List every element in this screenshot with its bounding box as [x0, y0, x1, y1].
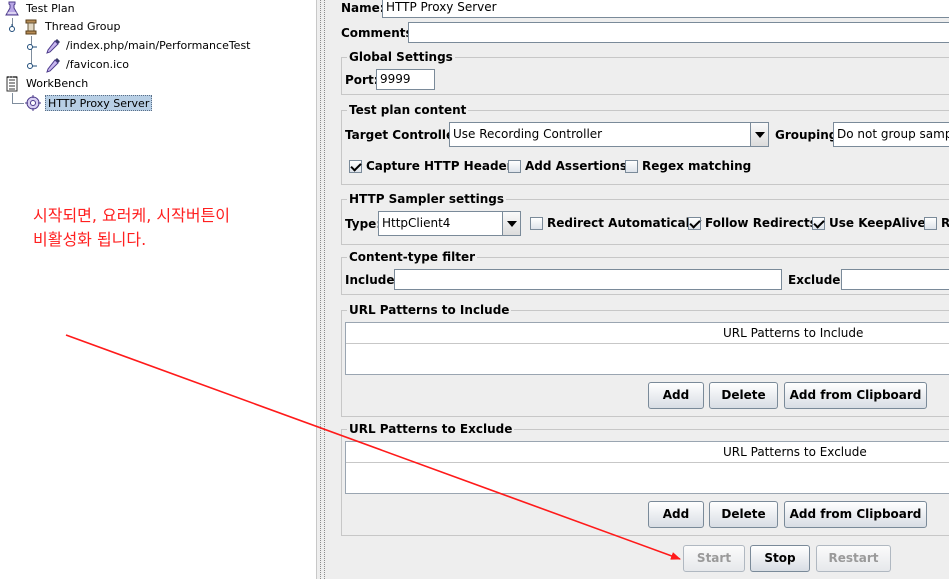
exclude-label: Exclude:: [788, 273, 846, 287]
checkbox-label: Add Assertions: [525, 159, 628, 173]
type-label: Type:: [345, 217, 382, 231]
tree-item-label: HTTP Proxy Server: [45, 95, 153, 111]
test-plan-tree[interactable]: Test Plan Thread Group /index.php/main/P…: [0, 0, 316, 579]
comments-label: Comments:: [341, 26, 418, 40]
checkbox-label: Use KeepAlive: [829, 216, 926, 230]
include-label: Include:: [345, 273, 400, 287]
exclude-delete-button[interactable]: Delete: [709, 501, 778, 528]
table-column-header[interactable]: URL Patterns to Exclude: [346, 442, 949, 463]
use-keepalive-checkbox[interactable]: Use KeepAlive: [812, 215, 926, 231]
restart-button[interactable]: Restart: [816, 545, 891, 572]
tree-item-label: /favicon.ico: [66, 58, 129, 71]
proxy-gear-icon: [24, 94, 42, 112]
spool-icon: [22, 18, 40, 36]
truncated-checkbox[interactable]: R: [924, 215, 949, 231]
group-title: HTTP Sampler settings: [347, 191, 506, 207]
include-field[interactable]: [394, 269, 782, 290]
checkbox-label: R: [941, 216, 949, 230]
comments-field[interactable]: [408, 22, 949, 43]
target-controller-value: Use Recording Controller: [453, 127, 603, 141]
tree-item-label: WorkBench: [26, 77, 89, 90]
tree-item-http-proxy-server[interactable]: HTTP Proxy Server: [0, 94, 160, 112]
group-title: URL Patterns to Exclude: [347, 421, 515, 437]
checkbox-checked-icon[interactable]: [688, 217, 701, 230]
redirect-automatically-checkbox[interactable]: Redirect Automatically: [530, 215, 702, 231]
start-button[interactable]: Start: [683, 545, 745, 572]
annotation-note: 시작되면, 요러케, 시작버튼이 비활성화 됩니다.: [33, 204, 230, 252]
tree-item-label: /index.php/main/PerformanceTest: [66, 39, 251, 52]
url-include-table[interactable]: URL Patterns to Include: [345, 322, 949, 375]
proxy-settings-panel: Name: HTTP Proxy Server Comments: Global…: [328, 0, 949, 579]
exclude-add-from-clipboard-button[interactable]: Add from Clipboard: [784, 501, 927, 528]
checkbox-label: Follow Redirects: [705, 216, 817, 230]
group-title: Global Settings: [347, 49, 455, 65]
tree-item-sampler-index[interactable]: /index.php/main/PerformanceTest: [0, 37, 251, 55]
exclude-add-button[interactable]: Add: [648, 501, 704, 528]
annotation-line: 비활성화 됩니다.: [33, 230, 147, 249]
group-title: URL Patterns to Include: [347, 302, 512, 318]
target-controller-select[interactable]: Use Recording Controller: [449, 122, 769, 147]
group-title: Test plan content: [347, 102, 469, 118]
url-exclude-table[interactable]: URL Patterns to Exclude: [345, 441, 949, 494]
table-column-header[interactable]: URL Patterns to Include: [346, 323, 949, 344]
checkbox-checked-icon[interactable]: [349, 160, 362, 173]
pipette-icon: [44, 56, 62, 74]
checkbox-unchecked-icon[interactable]: [508, 160, 521, 173]
notepad-icon: [3, 75, 21, 93]
tree-item-workbench[interactable]: WorkBench: [0, 75, 120, 93]
checkbox-label: Redirect Automatically: [547, 216, 702, 230]
port-field[interactable]: 9999: [376, 69, 435, 90]
capture-http-headers-checkbox[interactable]: Capture HTTP Headers: [349, 158, 520, 174]
tree-item-label: Test Plan: [26, 2, 75, 15]
annotation-line: 시작되면, 요러케, 시작버튼이: [33, 206, 230, 225]
group-title: Content-type filter: [347, 249, 477, 265]
chevron-down-icon[interactable]: [502, 212, 520, 235]
checkbox-unchecked-icon[interactable]: [530, 217, 543, 230]
tree-item-label: Thread Group: [45, 20, 121, 33]
stop-button[interactable]: Stop: [750, 545, 810, 572]
checkbox-unchecked-icon[interactable]: [924, 217, 937, 230]
pipette-icon: [44, 37, 62, 55]
tree-item-sampler-favicon[interactable]: /favicon.ico: [0, 56, 140, 74]
grouping-value: Do not group sample: [837, 127, 949, 141]
exclude-field[interactable]: [841, 269, 949, 290]
flask-icon: [3, 0, 21, 18]
checkbox-label: Capture HTTP Headers: [366, 159, 520, 173]
sampler-type-value: HttpClient4: [382, 216, 451, 230]
tree-item-test-plan[interactable]: Test Plan: [0, 0, 120, 18]
regex-matching-checkbox[interactable]: Regex matching: [625, 158, 751, 174]
grouping-select[interactable]: Do not group sample: [833, 122, 949, 147]
tree-item-thread-group[interactable]: Thread Group: [0, 18, 140, 36]
add-assertions-checkbox[interactable]: Add Assertions: [508, 158, 627, 174]
checkbox-unchecked-icon[interactable]: [625, 160, 638, 173]
sampler-type-select[interactable]: HttpClient4: [378, 211, 521, 236]
name-field[interactable]: HTTP Proxy Server: [382, 0, 949, 18]
port-label: Port:: [345, 73, 379, 87]
split-pane-divider[interactable]: [316, 0, 328, 579]
include-add-from-clipboard-button[interactable]: Add from Clipboard: [784, 382, 927, 409]
target-controller-label: Target Controller:: [345, 128, 465, 142]
include-add-button[interactable]: Add: [648, 382, 704, 409]
chevron-down-icon[interactable]: [750, 123, 768, 146]
checkbox-checked-icon[interactable]: [812, 217, 825, 230]
name-label: Name:: [341, 1, 385, 15]
checkbox-label: Regex matching: [642, 159, 752, 173]
include-delete-button[interactable]: Delete: [709, 382, 778, 409]
follow-redirects-checkbox[interactable]: Follow Redirects: [688, 215, 817, 231]
